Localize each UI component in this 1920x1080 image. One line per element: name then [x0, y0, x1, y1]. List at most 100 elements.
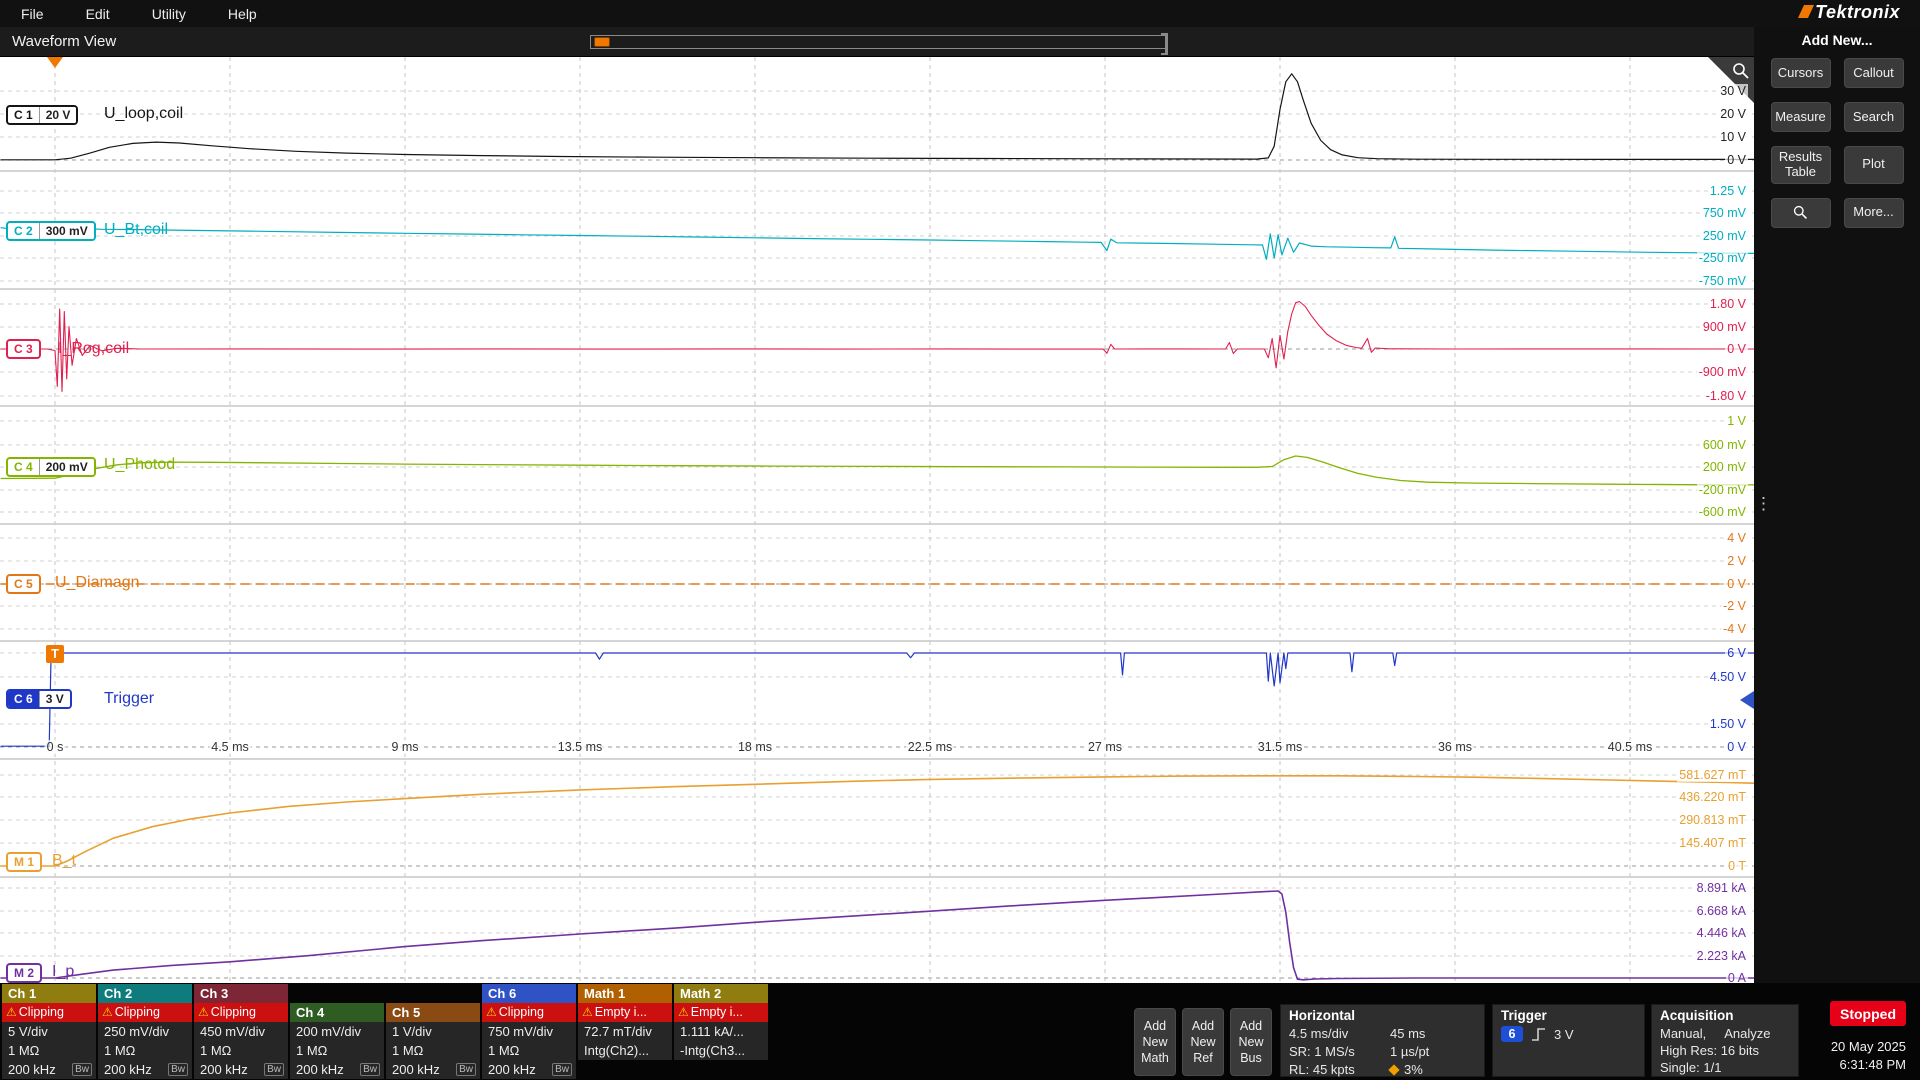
add-new-math-button[interactable]: Add New Math — [1134, 1008, 1176, 1076]
channel-tab-math-2[interactable]: Math 2 — [674, 984, 768, 1003]
trigger-panel[interactable]: Trigger 6 3 V — [1492, 1004, 1645, 1077]
tick-label-m1: 581.627 mT — [1677, 768, 1748, 782]
channel-label-c2[interactable]: U_Bt,coil — [104, 221, 168, 239]
pan-position-handle[interactable] — [594, 37, 610, 47]
channel-card-math-2[interactable]: Math 2⚠Empty i...1.111 kA/...-Intg(Ch3..… — [674, 984, 768, 1079]
tick-label-m2: 0 A — [1726, 971, 1748, 983]
channel-tab-ch-6[interactable]: Ch 6 — [482, 984, 576, 1003]
channel-tab-ch-4[interactable]: Ch 4 — [290, 1003, 384, 1022]
trigger-level-value: 3 V — [1554, 1027, 1574, 1042]
channel-label-c5[interactable]: U_Diamagn — [55, 574, 139, 592]
acquisition-panel[interactable]: Acquisition Manual, Analyze High Res: 16… — [1651, 1004, 1799, 1077]
warning-banner: ⚠Clipping — [194, 1003, 288, 1022]
channel-label-c4[interactable]: U_Photod — [104, 456, 175, 474]
channel-badge-m1[interactable]: M 1 — [6, 852, 42, 872]
channel-card-ch-2[interactable]: Ch 2⚠Clipping250 mV/div1 MΩ200 kHzBw — [98, 984, 192, 1079]
trace-c6[interactable] — [1, 653, 1754, 746]
tick-label-c2: -250 mV — [1697, 251, 1748, 265]
horizontal-pan-scrollbar[interactable] — [590, 35, 1168, 49]
channel-tab-ch-3[interactable]: Ch 3 — [194, 984, 288, 1003]
trace-c1[interactable] — [1, 74, 1754, 160]
sidebar-button-plot[interactable]: Plot — [1844, 146, 1904, 184]
date-label: 20 May 2025 — [1788, 1038, 1906, 1056]
channel-badge-scale: 20 V — [39, 107, 77, 123]
trace-c2[interactable] — [1, 227, 1754, 259]
menu-utility[interactable]: Utility — [131, 0, 207, 27]
sidebar-button-cursors[interactable]: Cursors — [1771, 58, 1831, 88]
sidebar-button-zoom[interactable] — [1771, 198, 1831, 228]
trigger-position-marker[interactable] — [47, 57, 63, 68]
channel-tab-math-1[interactable]: Math 1 — [578, 984, 672, 1003]
channel-card-ch-3[interactable]: Ch 3⚠Clipping450 mV/div1 MΩ200 kHzBw — [194, 984, 288, 1079]
trace-c3[interactable] — [1, 302, 1754, 392]
channel-tab-ch-1[interactable]: Ch 1 — [2, 984, 96, 1003]
bandwidth-icon: Bw — [264, 1063, 284, 1076]
sidebar-button-search[interactable]: Search — [1844, 102, 1904, 132]
channel-badge-c4[interactable]: C 4200 mV — [6, 457, 96, 477]
add-new-ref-button[interactable]: Add New Ref — [1182, 1008, 1224, 1076]
tick-label-m2: 8.891 kA — [1695, 881, 1748, 895]
add-new-bus-button[interactable]: Add New Bus — [1230, 1008, 1272, 1076]
channel-setting-row: Intg(Ch2)... — [578, 1041, 672, 1060]
channel-badge-m2[interactable]: M 2 — [6, 963, 42, 983]
trigger-settings: 6 3 V — [1501, 1026, 1636, 1042]
acquisition-resolution: High Res: 16 bits — [1660, 1042, 1790, 1059]
channel-tab-ch-5[interactable]: Ch 5 — [386, 1003, 480, 1022]
channel-cards: Ch 1⚠Clipping5 V/div1 MΩ200 kHzBwCh 2⚠Cl… — [2, 984, 768, 1079]
menu-file[interactable]: File — [0, 0, 65, 27]
channel-card-ch-5[interactable]: Ch 51 V/div1 MΩ200 kHzBw — [386, 984, 480, 1079]
channel-label-m2[interactable]: I_p — [52, 963, 74, 981]
horizontal-panel[interactable]: Horizontal 4.5 ms/div 45 ms SR: 1 MS/s 1… — [1280, 1004, 1485, 1077]
channel-badge-id: C 3 — [8, 341, 39, 357]
channel-setting-row: 200 kHzBw — [386, 1060, 480, 1079]
channel-label-m1[interactable]: B_t — [52, 852, 76, 870]
channel-card-ch-4[interactable]: Ch 4200 mV/div1 MΩ200 kHzBw — [290, 984, 384, 1079]
menu-edit[interactable]: Edit — [65, 0, 131, 27]
waveform-plot[interactable]: T 30 V20 V10 V0 VC 120 VU_loop,coil1.25 … — [0, 57, 1754, 983]
channel-badge-c1[interactable]: C 120 V — [6, 105, 78, 125]
channel-card-ch-6[interactable]: Ch 6⚠Clipping750 mV/div1 MΩ200 kHzBw — [482, 984, 576, 1079]
channel-tab-ch-2[interactable]: Ch 2 — [98, 984, 192, 1003]
channel-setting-value: 1 MΩ — [104, 1041, 135, 1060]
trace-c4[interactable] — [1, 456, 1754, 485]
tick-label-c3: 1.80 V — [1708, 297, 1748, 311]
channel-setting-value: 1 MΩ — [392, 1041, 423, 1060]
channel-card-math-1[interactable]: Math 1⚠Empty i...72.7 mT/divIntg(Ch2)... — [578, 984, 672, 1079]
tick-label-c4: 200 mV — [1701, 460, 1748, 474]
trace-m1[interactable] — [1, 776, 1754, 866]
tick-label-c3: -1.80 V — [1704, 389, 1748, 403]
trace-m2[interactable] — [1, 891, 1754, 980]
tick-label-c3: 0 V — [1725, 342, 1748, 356]
bandwidth-icon: Bw — [456, 1063, 476, 1076]
channel-badge-c6[interactable]: C 63 V — [6, 689, 72, 709]
stopped-button[interactable]: Stopped — [1830, 1001, 1906, 1026]
channel-card-ch-1[interactable]: Ch 1⚠Clipping5 V/div1 MΩ200 kHzBw — [2, 984, 96, 1079]
pan-percent: 3% — [1390, 1061, 1476, 1078]
tick-label-c2: 1.25 V — [1708, 184, 1748, 198]
tick-label-c3: 900 mV — [1701, 320, 1748, 334]
channel-label-c1[interactable]: U_loop,coil — [104, 105, 183, 123]
panel-drag-handle[interactable]: ⋮ — [1755, 495, 1772, 512]
channel-badge-scale: 300 mV — [39, 223, 94, 239]
sidebar-button-measure[interactable]: Measure — [1771, 102, 1831, 132]
tick-label-c6: 1.50 V — [1708, 717, 1748, 731]
sidebar-button-callout[interactable]: Callout — [1844, 58, 1904, 88]
trigger-source-marker[interactable]: T — [46, 645, 64, 663]
sidebar-button-more[interactable]: More... — [1844, 198, 1904, 228]
time-axis-label: 22.5 ms — [906, 740, 954, 754]
channel-setting-row: 5 V/div — [2, 1022, 96, 1041]
bandwidth-icon: Bw — [168, 1063, 188, 1076]
warning-diamond-icon — [1388, 1064, 1399, 1075]
trigger-level-marker[interactable] — [1740, 691, 1754, 709]
channel-badge-c5[interactable]: C 5 — [6, 574, 41, 594]
channel-label-c3[interactable]: I_Rog,coil — [58, 340, 129, 358]
menu-help[interactable]: Help — [207, 0, 278, 27]
time-label: 6:31:48 PM — [1788, 1056, 1906, 1074]
channel-label-c6[interactable]: Trigger — [104, 690, 154, 708]
tick-label-c5: 0 V — [1725, 577, 1748, 591]
tick-label-c6: 6 V — [1725, 646, 1748, 660]
sidebar-button-results-table[interactable]: Results Table — [1771, 146, 1831, 184]
channel-badge-c2[interactable]: C 2300 mV — [6, 221, 96, 241]
channel-badge-c3[interactable]: C 3 — [6, 339, 41, 359]
channel-badge-scale: 200 mV — [39, 459, 94, 475]
